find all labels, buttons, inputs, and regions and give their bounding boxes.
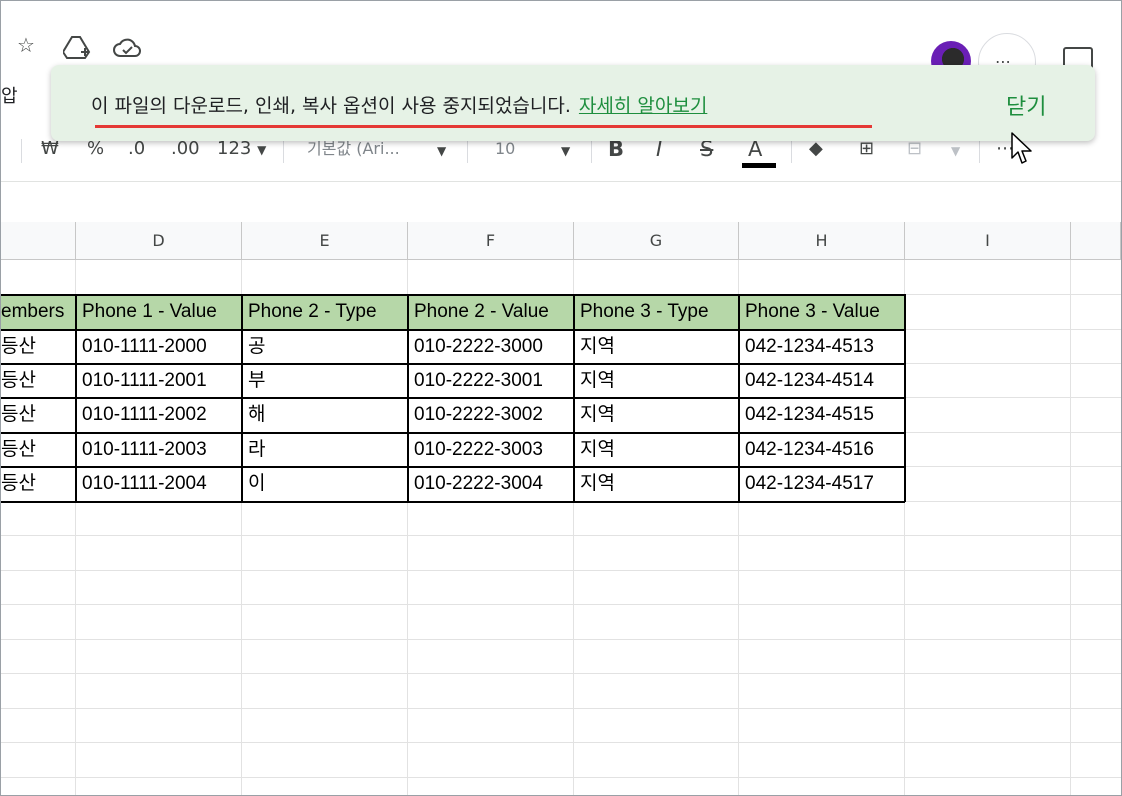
spreadsheet-window: ☆ 압 ⋯ ₩ % .0 .00 123 ▼ 기본값 (Ari... ▼ 10 …	[0, 0, 1122, 796]
header-cell[interactable]: Phone 3 - Value	[739, 295, 904, 329]
table-cell[interactable]: 010-2222-3003	[408, 433, 573, 466]
table-cell[interactable]: 042-1234-4514	[739, 364, 904, 397]
table-cell[interactable]: 지역	[574, 467, 738, 500]
font-family-label: 기본값 (Ari...	[307, 139, 400, 158]
table-cell[interactable]: 부	[242, 364, 407, 397]
column-header-c[interactable]	[1, 222, 76, 260]
chevron-down-icon[interactable]: ▼	[561, 139, 570, 163]
table-cell[interactable]: 042-1234-4517	[739, 467, 904, 500]
chevron-down-icon[interactable]: ▼	[951, 139, 960, 163]
table-cell[interactable]: 010-1111-2000	[76, 330, 241, 363]
annotation-underline	[95, 125, 872, 128]
toast-close-button[interactable]: 닫기	[1006, 89, 1046, 121]
header-cell[interactable]: Phone 2 - Value	[408, 295, 573, 329]
table-cell[interactable]: 이	[242, 467, 407, 500]
add-to-drive-icon[interactable]	[63, 34, 93, 60]
star-icon[interactable]: ☆	[17, 35, 35, 55]
table-cell[interactable]: 등산	[1, 467, 75, 500]
table-cell[interactable]: 042-1234-4516	[739, 433, 904, 466]
column-header-d[interactable]: D	[76, 222, 242, 260]
table-cell[interactable]: 등산	[1, 433, 75, 466]
column-header-h[interactable]: H	[739, 222, 905, 260]
header-cell[interactable]: Phone 2 - Type	[242, 295, 407, 329]
chevron-down-icon: ▼	[257, 143, 267, 157]
header-cell[interactable]: embers	[1, 295, 75, 329]
column-header-f[interactable]: F	[408, 222, 574, 260]
mouse-cursor-icon	[1011, 132, 1032, 164]
column-header-e[interactable]: E	[242, 222, 408, 260]
table-cell[interactable]: 지역	[574, 364, 738, 397]
column-header-g[interactable]: G	[574, 222, 739, 260]
table-cell[interactable]: 010-2222-3004	[408, 467, 573, 500]
formula-bar[interactable]	[1, 181, 1121, 223]
table-cell[interactable]: 라	[242, 433, 407, 466]
table-cell[interactable]: 010-1111-2002	[76, 398, 241, 431]
table-cell[interactable]: 지역	[574, 433, 738, 466]
table-cell[interactable]: 공	[242, 330, 407, 363]
toast-message-text: 이 파일의 다운로드, 인쇄, 복사 옵션이 사용 중지되었습니다.	[91, 95, 571, 117]
table-cell[interactable]: 010-1111-2004	[76, 467, 241, 500]
toast-message: 이 파일의 다운로드, 인쇄, 복사 옵션이 사용 중지되었습니다. 자세히 알아…	[91, 91, 707, 118]
table-cell[interactable]: 042-1234-4515	[739, 398, 904, 431]
text-color-swatch	[742, 163, 776, 168]
table-cell[interactable]: 해	[242, 398, 407, 431]
table-cell[interactable]: 지역	[574, 398, 738, 431]
table-cell[interactable]: 010-2222-3002	[408, 398, 573, 431]
table-cell[interactable]: 등산	[1, 364, 75, 397]
header-cell[interactable]: Phone 1 - Value	[76, 295, 241, 329]
table-cell[interactable]: 010-1111-2003	[76, 433, 241, 466]
number-format-label: 123	[217, 138, 252, 159]
table-cell[interactable]: 등산	[1, 330, 75, 363]
column-header-i[interactable]: I	[905, 222, 1071, 260]
learn-more-link[interactable]: 자세히 알아보기	[579, 95, 707, 117]
header-cell[interactable]: Phone 3 - Type	[574, 295, 738, 329]
chevron-down-icon[interactable]: ▼	[437, 139, 446, 163]
column-header-j[interactable]	[1071, 222, 1121, 260]
table-cell[interactable]: 042-1234-4513	[739, 330, 904, 363]
menu-item-insert[interactable]: 압	[1, 82, 18, 108]
table-cell[interactable]: 010-2222-3001	[408, 364, 573, 397]
table-cell[interactable]: 010-2222-3000	[408, 330, 573, 363]
table-cell[interactable]: 지역	[574, 330, 738, 363]
table-cell[interactable]: 010-1111-2001	[76, 364, 241, 397]
cloud-status-icon[interactable]	[113, 37, 143, 59]
table-cell[interactable]: 등산	[1, 398, 75, 431]
download-disabled-toast: 이 파일의 다운로드, 인쇄, 복사 옵션이 사용 중지되었습니다. 자세히 알아…	[51, 65, 1095, 141]
